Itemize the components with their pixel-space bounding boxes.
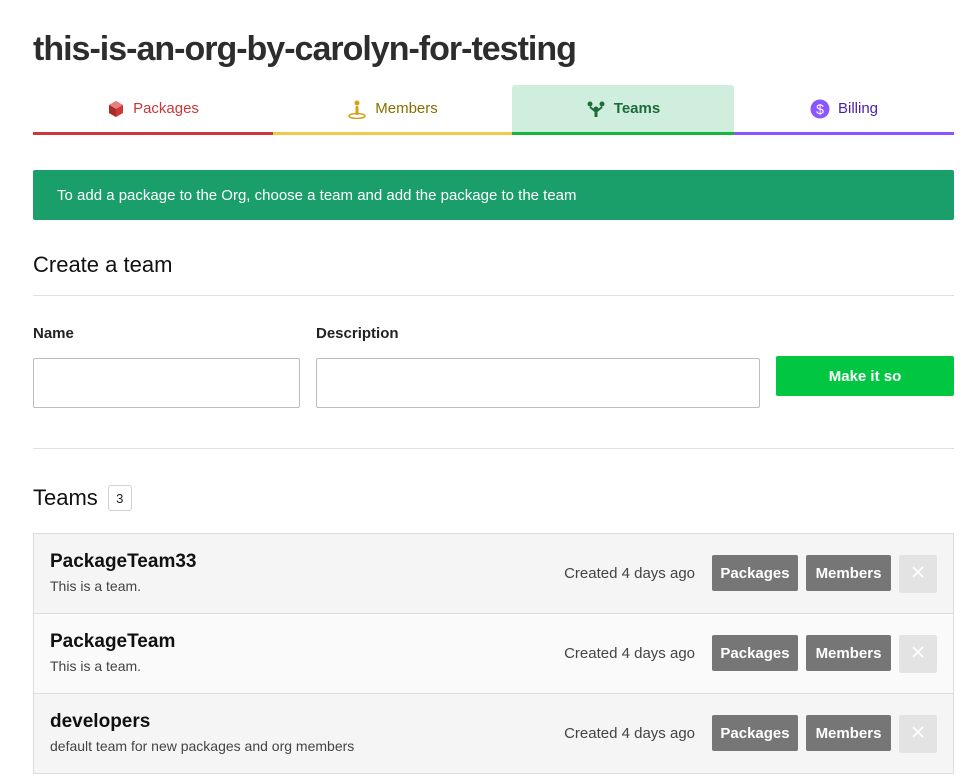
member-icon xyxy=(347,99,367,119)
team-row: PackageTeam This is a team. Created 4 da… xyxy=(34,614,953,694)
package-icon xyxy=(107,100,125,118)
dollar-icon: $ xyxy=(810,99,830,119)
team-name[interactable]: PackageTeam xyxy=(50,631,175,653)
team-packages-button[interactable]: Packages xyxy=(712,635,798,671)
name-label: Name xyxy=(33,325,74,342)
team-row: developers default team for new packages… xyxy=(34,694,953,774)
close-icon xyxy=(912,645,924,663)
tab-billing-label: Billing xyxy=(837,100,879,117)
team-row: PackageTeam33 This is a team. Created 4 … xyxy=(34,534,953,614)
delete-team-button[interactable] xyxy=(899,635,937,673)
team-description: This is a team. xyxy=(50,578,142,594)
info-notice: To add a package to the Org, choose a te… xyxy=(33,170,954,220)
team-created: Created 4 days ago xyxy=(564,725,695,742)
delete-team-button[interactable] xyxy=(899,715,937,753)
tab-teams-label: Teams xyxy=(613,100,661,117)
info-notice-text: To add a package to the Org, choose a te… xyxy=(57,186,577,204)
team-packages-button[interactable]: Packages xyxy=(712,715,798,751)
close-icon xyxy=(912,725,924,743)
tab-packages[interactable]: Packages xyxy=(33,85,273,135)
org-tabs: Packages Members Teams $ Billing xyxy=(33,85,954,138)
org-title: this-is-an-org-by-carolyn-for-testing xyxy=(33,30,577,68)
create-team-title: Create a team xyxy=(33,252,173,277)
team-name-input[interactable] xyxy=(33,358,300,408)
description-label: Description xyxy=(316,325,399,342)
svg-text:$: $ xyxy=(816,101,824,117)
team-name[interactable]: developers xyxy=(50,711,150,733)
team-description: default team for new packages and org me… xyxy=(50,738,355,754)
team-description: This is a team. xyxy=(50,658,142,674)
team-created: Created 4 days ago xyxy=(564,565,695,582)
tab-members[interactable]: Members xyxy=(273,85,512,135)
team-name[interactable]: PackageTeam33 xyxy=(50,551,196,573)
team-description-input[interactable] xyxy=(316,358,760,408)
tab-members-label: Members xyxy=(375,100,438,117)
section-divider xyxy=(33,448,954,449)
teams-heading: Teams 3 xyxy=(33,485,132,511)
teams-count-badge: 3 xyxy=(107,485,132,511)
teams-title: Teams xyxy=(33,485,98,510)
section-divider xyxy=(33,295,954,296)
team-list: PackageTeam33 This is a team. Created 4 … xyxy=(33,533,954,774)
tab-packages-label: Packages xyxy=(133,100,199,117)
team-packages-button[interactable]: Packages xyxy=(712,555,798,591)
delete-team-button[interactable] xyxy=(899,555,937,593)
team-members-button[interactable]: Members xyxy=(806,555,891,591)
team-created: Created 4 days ago xyxy=(564,645,695,662)
make-it-so-button[interactable]: Make it so xyxy=(776,356,954,396)
team-members-button[interactable]: Members xyxy=(806,635,891,671)
tab-billing[interactable]: $ Billing xyxy=(734,85,954,135)
close-icon xyxy=(912,565,924,583)
teams-icon xyxy=(586,100,606,118)
tab-teams[interactable]: Teams xyxy=(512,85,734,135)
team-members-button[interactable]: Members xyxy=(806,715,891,751)
